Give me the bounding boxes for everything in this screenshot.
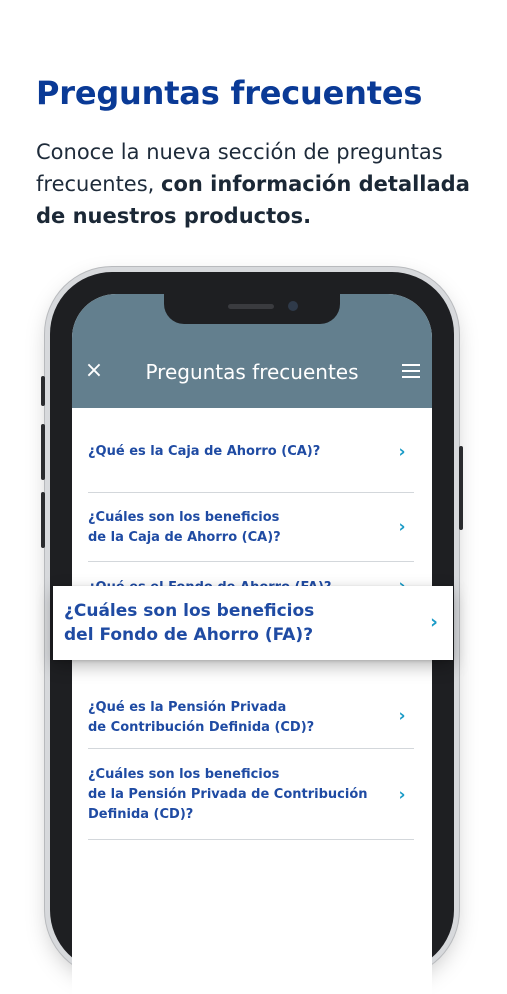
- phone-volume-up: [41, 424, 45, 480]
- intro-paragraph: Conoce la nueva sección de preguntas fre…: [36, 136, 476, 232]
- chevron-right-icon: ›: [398, 442, 406, 462]
- faq-question: ¿Qué es la Pensión Privada de Contribuci…: [88, 700, 315, 735]
- featured-faq-card[interactable]: ¿Cuáles son los beneficios del Fondo de …: [53, 586, 453, 660]
- hamburger-menu-icon[interactable]: [402, 364, 420, 378]
- faq-item[interactable]: ¿Qué es la Pensión Privada de Contribuci…: [88, 680, 414, 749]
- phone-volume-down: [41, 492, 45, 548]
- featured-question: ¿Cuáles son los beneficios del Fondo de …: [64, 601, 315, 645]
- faq-item[interactable]: ¿Cuáles son los beneficios de la Pensión…: [88, 749, 414, 840]
- speaker-grille: [228, 304, 274, 309]
- phone-power-button: [459, 446, 463, 530]
- chevron-right-icon: ›: [398, 517, 406, 537]
- faq-question: ¿Cuáles son los beneficios de la Pensión…: [88, 767, 368, 822]
- faq-item[interactable]: ¿Qué es la Caja de Ahorro (CA)? ›: [88, 424, 414, 493]
- chevron-right-icon: ›: [398, 785, 406, 805]
- page-headline: Preguntas frecuentes: [36, 74, 423, 112]
- app-title: Preguntas frecuentes: [145, 360, 359, 384]
- app-header: × Preguntas frecuentes: [72, 294, 432, 408]
- phone-side-button: [41, 376, 45, 406]
- faq-question: ¿Cuáles son los beneficios de la Caja de…: [88, 510, 281, 545]
- close-icon[interactable]: ×: [82, 358, 106, 384]
- faq-question: ¿Qué es la Caja de Ahorro (CA)?: [88, 444, 321, 459]
- chevron-right-icon: ›: [398, 706, 406, 726]
- chevron-right-icon: ›: [430, 611, 438, 633]
- front-camera: [288, 301, 298, 311]
- phone-notch: [164, 294, 340, 324]
- faq-item[interactable]: ¿Cuáles son los beneficios de la Caja de…: [88, 493, 414, 562]
